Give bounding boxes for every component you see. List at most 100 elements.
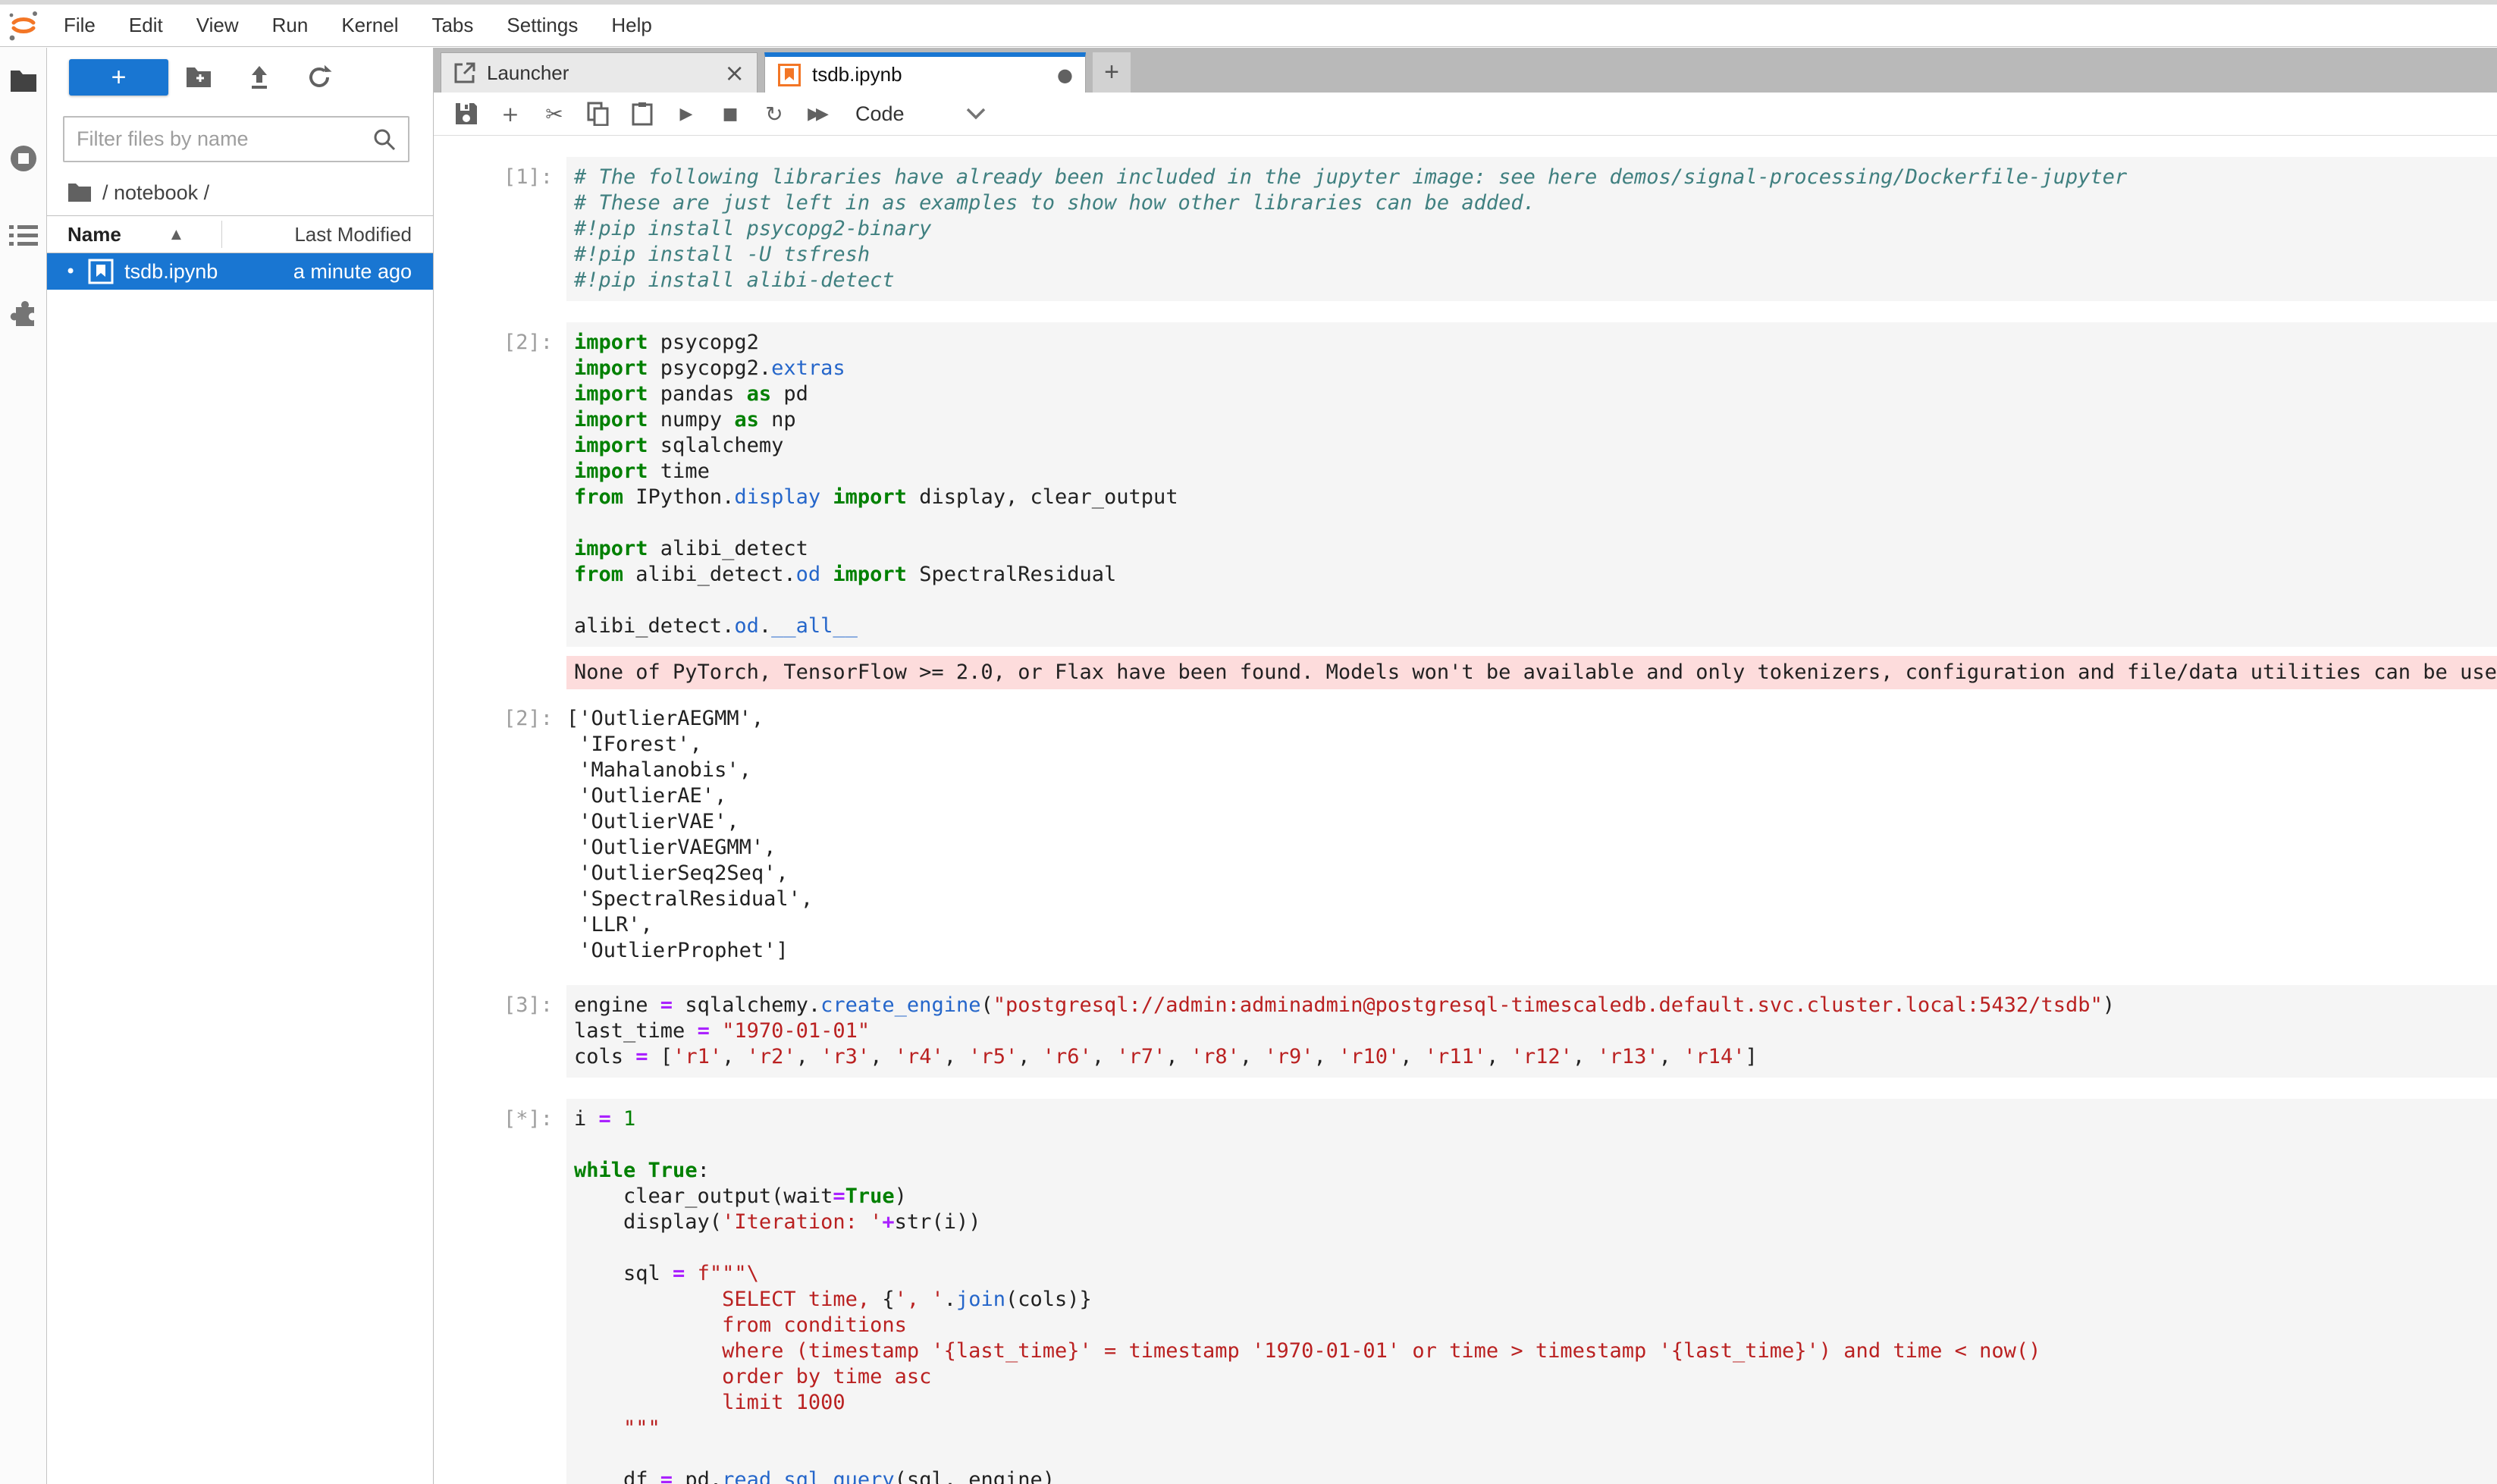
execution-prompt: [1]: (445, 157, 566, 301)
copy-cells-icon[interactable] (576, 97, 620, 130)
code-line: #!pip install alibi-detect (574, 268, 2497, 293)
column-header-modified[interactable]: Last Modified (294, 223, 433, 246)
code-line: from conditions (574, 1313, 2497, 1338)
table-of-contents-icon[interactable] (8, 224, 39, 248)
jupyterlab-window: File Edit View Run Kernel Tabs Settings … (0, 0, 2497, 1484)
cell-type-value: Code (855, 102, 905, 126)
stderr-text: None of PyTorch, TensorFlow >= 2.0, or F… (574, 660, 2497, 686)
menu-settings[interactable]: Settings (490, 14, 594, 37)
new-launcher-button[interactable]: + (69, 59, 168, 96)
code-line: cols = ['r1', 'r2', 'r3', 'r4', 'r5', 'r… (574, 1044, 2497, 1070)
cell-type-dropdown[interactable]: Code (855, 102, 999, 126)
file-browser-toolbar: + (47, 48, 433, 107)
stream-output-row: None of PyTorch, TensorFlow >= 2.0, or F… (445, 656, 2497, 689)
code-line: limit 1000 (574, 1390, 2497, 1416)
refresh-icon[interactable] (290, 64, 350, 90)
output-line: 'IForest', (566, 732, 2497, 758)
restart-run-all-icon[interactable]: ▶▶ (796, 97, 840, 130)
menu-help[interactable]: Help (594, 14, 668, 37)
save-icon[interactable] (444, 97, 488, 130)
file-row-selected[interactable]: • tsdb.ipynb a minute ago (47, 253, 433, 290)
code-line: # These are just left in as examples to … (574, 190, 2497, 216)
notebook-cell: [3]:engine = sqlalchemy.create_engine("p… (445, 985, 2497, 1078)
cell-input-row: [3]:engine = sqlalchemy.create_engine("p… (445, 985, 2497, 1078)
file-browser-icon[interactable] (9, 69, 38, 93)
cell-input-row: [*]:i = 1 while True: clear_output(wait=… (445, 1099, 2497, 1484)
breadcrumb[interactable]: / notebook / (47, 170, 433, 215)
column-divider (221, 221, 222, 248)
code-line: import time (574, 459, 2497, 485)
notebook-cells: [1]: # The following libraries have alrea… (434, 136, 2497, 1484)
left-activity-bar (0, 48, 47, 1484)
output-line: 'LLR', (566, 912, 2497, 938)
menu-file[interactable]: File (47, 14, 112, 37)
notebook-cell: [1]: # The following libraries have alrea… (445, 157, 2497, 301)
code-editor[interactable]: # The following libraries have already b… (566, 157, 2497, 301)
tab-launcher[interactable]: Launcher × (441, 52, 758, 93)
code-line: clear_output(wait=True) (574, 1184, 2497, 1209)
stop-kernel-icon[interactable]: ■ (708, 97, 752, 130)
code-line: order by time asc (574, 1364, 2497, 1390)
run-cell-icon[interactable]: ▶ (664, 97, 708, 130)
extension-manager-icon[interactable] (9, 298, 38, 327)
notebook-cell: [*]:i = 1 while True: clear_output(wait=… (445, 1099, 2497, 1484)
output-line: 'OutlierVAEGMM', (566, 835, 2497, 861)
add-cell-icon[interactable]: + (488, 97, 532, 130)
close-icon[interactable]: × (724, 58, 745, 87)
menu-kernel[interactable]: Kernel (325, 14, 415, 37)
file-list-header: Name ▲ Last Modified (47, 215, 433, 253)
output-prompt (445, 656, 566, 689)
result-lines: ['OutlierAEGMM', 'IForest', 'Mahalanobis… (566, 698, 2497, 964)
output-line: 'OutlierVAE', (566, 809, 2497, 835)
code-line (574, 1132, 2497, 1158)
code-line: sql = f"""\ (574, 1261, 2497, 1287)
jupyter-logo-icon (0, 8, 47, 43)
menu-view[interactable]: View (180, 14, 256, 37)
upload-icon[interactable] (229, 64, 290, 90)
cell-input-row: [2]:import psycopg2import psycopg2.extra… (445, 322, 2497, 647)
output-line: 'Mahalanobis', (566, 758, 2497, 783)
code-line: last_time = "1970-01-01" (574, 1018, 2497, 1044)
menu-run[interactable]: Run (256, 14, 325, 37)
output-line: 'OutlierAE', (566, 783, 2497, 809)
home-folder-icon[interactable] (67, 183, 92, 202)
code-line (574, 1235, 2497, 1261)
code-line: engine = sqlalchemy.create_engine("postg… (574, 993, 2497, 1018)
code-line: while True: (574, 1158, 2497, 1184)
code-line: #!pip install -U tsfresh (574, 242, 2497, 268)
code-editor[interactable]: engine = sqlalchemy.create_engine("postg… (566, 985, 2497, 1078)
code-line: alibi_detect.od.__all__ (574, 613, 2497, 639)
code-editor[interactable]: import psycopg2import psycopg2.extrasimp… (566, 322, 2497, 647)
menu-tabs[interactable]: Tabs (415, 14, 490, 37)
code-line: df = pd.read_sql_query(sql, engine) (574, 1467, 2497, 1484)
code-line (574, 1442, 2497, 1467)
file-browser-panel: + / note (47, 48, 434, 1484)
file-name: tsdb.ipynb (124, 260, 218, 284)
chevron-down-icon (966, 108, 986, 120)
launcher-tab-icon (453, 61, 476, 84)
new-folder-icon[interactable] (168, 66, 229, 89)
code-line: # The following libraries have already b… (574, 165, 2497, 190)
unsaved-dot: • (47, 261, 76, 282)
code-line: display('Iteration: '+str(i)) (574, 1209, 2497, 1235)
file-filter-input[interactable] (64, 127, 372, 152)
code-line: from IPython.display import display, cle… (574, 485, 2497, 510)
code-line: """ (574, 1416, 2497, 1442)
code-line: import alibi_detect (574, 536, 2497, 562)
execution-result-row: [2]:['OutlierAEGMM', 'IForest', 'Mahalan… (445, 698, 2497, 964)
running-sessions-icon[interactable] (8, 143, 39, 174)
tab-bar: Launcher × tsdb.ipynb ● + (434, 48, 2497, 93)
new-tab-button[interactable]: + (1093, 52, 1131, 93)
column-header-name[interactable]: Name (47, 223, 121, 246)
code-editor[interactable]: i = 1 while True: clear_output(wait=True… (566, 1099, 2497, 1484)
sort-ascending-icon[interactable]: ▲ (171, 227, 181, 242)
menu-edit[interactable]: Edit (112, 14, 180, 37)
paste-cells-icon[interactable] (620, 97, 664, 130)
cut-cells-icon[interactable]: ✂ (532, 97, 576, 130)
tab-notebook[interactable]: tsdb.ipynb ● (764, 52, 1086, 93)
restart-kernel-icon[interactable]: ↻ (752, 97, 796, 130)
code-line (574, 588, 2497, 613)
code-line: i = 1 (574, 1106, 2497, 1132)
code-line: import pandas as pd (574, 381, 2497, 407)
tab-notebook-label: tsdb.ipynb (812, 63, 902, 86)
